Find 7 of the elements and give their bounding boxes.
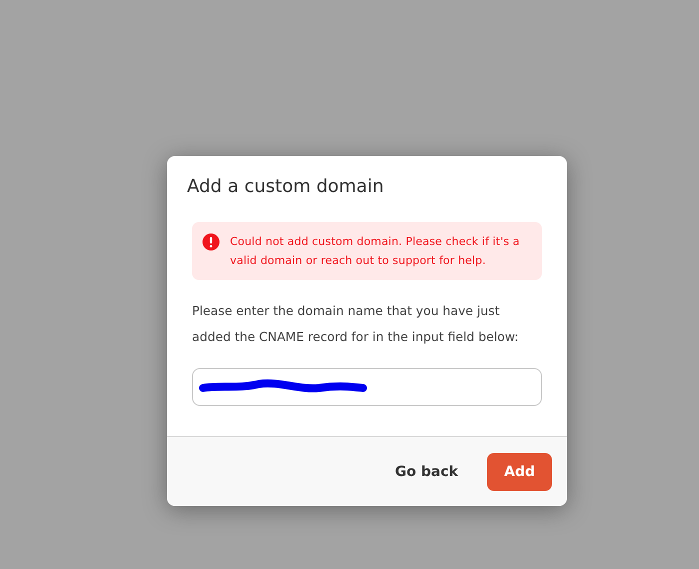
back-button[interactable]: Go back bbox=[380, 452, 474, 490]
alert-message: Could not add custom domain. Please check if it's a valid domain or reach out to support for help. bbox=[230, 234, 521, 269]
error-icon bbox=[202, 233, 220, 251]
domain-input-field[interactable] bbox=[192, 368, 542, 406]
instructions-text: Please enter the domain name that you have just added the CNAME record for in the input field below: bbox=[192, 302, 520, 346]
dialog-title: Add a custom domain bbox=[187, 176, 385, 197]
add-button[interactable]: Add bbox=[487, 452, 552, 490]
